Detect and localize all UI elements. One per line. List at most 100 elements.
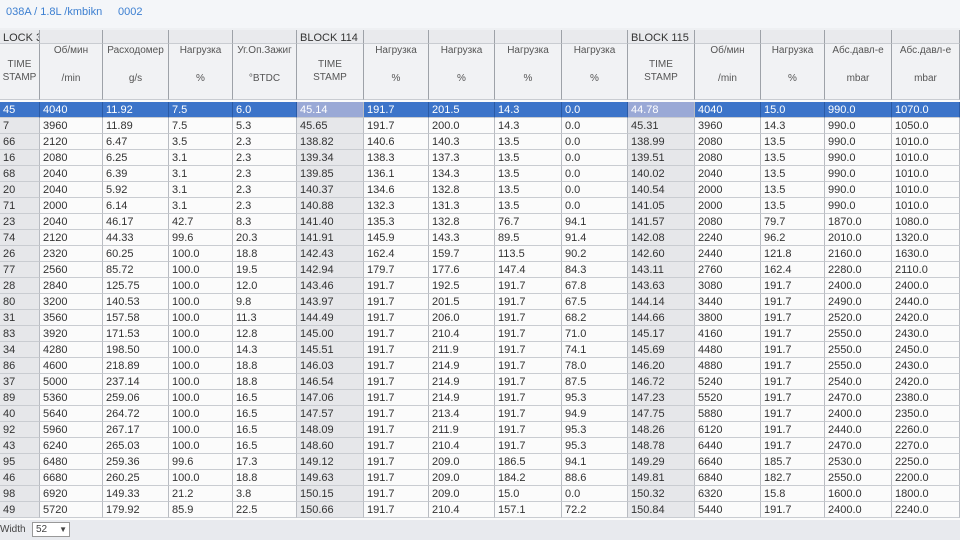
table-cell[interactable]: 13.5 bbox=[761, 182, 825, 198]
table-cell[interactable]: 139.85 bbox=[297, 166, 364, 182]
table-cell[interactable]: 141.91 bbox=[297, 230, 364, 246]
table-cell[interactable]: 6680 bbox=[40, 470, 103, 486]
table-cell[interactable]: 191.7 bbox=[364, 358, 429, 374]
table-cell[interactable]: 138.99 bbox=[628, 134, 695, 150]
table-cell[interactable]: 2110.0 bbox=[892, 262, 960, 278]
table-cell[interactable]: 46 bbox=[0, 470, 40, 486]
table-cell[interactable]: 237.14 bbox=[103, 374, 169, 390]
table-cell[interactable]: 141.40 bbox=[297, 214, 364, 230]
table-cell[interactable]: 5720 bbox=[40, 502, 103, 518]
table-cell[interactable]: 142.43 bbox=[297, 246, 364, 262]
table-cell[interactable]: 5240 bbox=[695, 374, 761, 390]
table-cell[interactable]: 3800 bbox=[695, 310, 761, 326]
table-cell[interactable]: 100.0 bbox=[169, 310, 233, 326]
table-cell[interactable]: 18.8 bbox=[233, 374, 297, 390]
table-cell[interactable]: 213.4 bbox=[429, 406, 495, 422]
table-cell[interactable]: 191.7 bbox=[761, 294, 825, 310]
table-cell[interactable]: 86 bbox=[0, 358, 40, 374]
table-cell[interactable]: 144.14 bbox=[628, 294, 695, 310]
table-cell[interactable]: 121.8 bbox=[761, 246, 825, 262]
table-cell[interactable]: 18.8 bbox=[233, 246, 297, 262]
table-cell[interactable]: 143.97 bbox=[297, 294, 364, 310]
table-cell[interactable]: 13.5 bbox=[495, 134, 562, 150]
column-header[interactable]: Абс.давл-е mbar bbox=[825, 44, 892, 100]
table-cell[interactable]: 95.3 bbox=[562, 390, 628, 406]
column-header[interactable]: Об/мин/min bbox=[695, 44, 761, 100]
table-cell[interactable]: 136.1 bbox=[364, 166, 429, 182]
table-cell[interactable]: 2000 bbox=[695, 198, 761, 214]
table-cell[interactable]: 88.6 bbox=[562, 470, 628, 486]
table-cell[interactable]: 31 bbox=[0, 310, 40, 326]
table-cell[interactable]: 1080.0 bbox=[892, 214, 960, 230]
table-cell[interactable]: 2040 bbox=[695, 166, 761, 182]
table-cell[interactable]: 68 bbox=[0, 166, 40, 182]
table-cell[interactable]: 7 bbox=[0, 118, 40, 134]
table-cell[interactable]: 77 bbox=[0, 262, 40, 278]
table-cell[interactable]: 191.7 bbox=[364, 438, 429, 454]
table-cell[interactable]: 198.50 bbox=[103, 342, 169, 358]
table-cell[interactable]: 2550.0 bbox=[825, 326, 892, 342]
table-cell[interactable]: 162.4 bbox=[761, 262, 825, 278]
table-cell[interactable]: 191.7 bbox=[495, 422, 562, 438]
table-cell[interactable]: 2440.0 bbox=[825, 422, 892, 438]
table-cell[interactable]: 94.9 bbox=[562, 406, 628, 422]
table-cell[interactable]: 191.7 bbox=[495, 438, 562, 454]
table-cell[interactable]: 264.72 bbox=[103, 406, 169, 422]
table-cell[interactable]: 15.8 bbox=[761, 486, 825, 502]
table-cell[interactable]: 140.88 bbox=[297, 198, 364, 214]
table-cell[interactable]: 67.5 bbox=[562, 294, 628, 310]
table-cell[interactable]: 18.8 bbox=[233, 358, 297, 374]
table-cell[interactable]: 20.3 bbox=[233, 230, 297, 246]
table-cell[interactable]: 17.3 bbox=[233, 454, 297, 470]
table-cell[interactable]: 3.5 bbox=[169, 134, 233, 150]
table-cell[interactable]: 98 bbox=[0, 486, 40, 502]
table-cell[interactable]: 80 bbox=[0, 294, 40, 310]
table-cell[interactable]: 1010.0 bbox=[892, 150, 960, 166]
table-cell[interactable]: 143.46 bbox=[297, 278, 364, 294]
table-cell[interactable]: 1630.0 bbox=[892, 246, 960, 262]
table-cell[interactable]: 2280.0 bbox=[825, 262, 892, 278]
table-cell[interactable]: 143.63 bbox=[628, 278, 695, 294]
table-cell[interactable]: 2.3 bbox=[233, 134, 297, 150]
table-cell[interactable]: 137.3 bbox=[429, 150, 495, 166]
table-cell[interactable]: 149.29 bbox=[628, 454, 695, 470]
table-cell[interactable]: 2520.0 bbox=[825, 310, 892, 326]
table-cell[interactable]: 191.7 bbox=[364, 118, 429, 134]
table-cell[interactable]: 3080 bbox=[695, 278, 761, 294]
table-cell[interactable]: 2000 bbox=[40, 198, 103, 214]
table-cell[interactable]: 142.60 bbox=[628, 246, 695, 262]
table-cell[interactable]: 139.34 bbox=[297, 150, 364, 166]
table-cell[interactable]: 148.09 bbox=[297, 422, 364, 438]
table-cell[interactable]: 191.7 bbox=[761, 406, 825, 422]
table-cell[interactable]: 132.8 bbox=[429, 214, 495, 230]
table-cell[interactable]: 159.7 bbox=[429, 246, 495, 262]
table-cell[interactable]: 145.69 bbox=[628, 342, 695, 358]
selected-row-cell[interactable]: 14.3 bbox=[495, 102, 562, 118]
table-cell[interactable]: 140.53 bbox=[103, 294, 169, 310]
table-cell[interactable]: 6840 bbox=[695, 470, 761, 486]
column-header[interactable]: Нагрузка% bbox=[364, 44, 429, 100]
table-cell[interactable]: 2550.0 bbox=[825, 342, 892, 358]
table-cell[interactable]: 40 bbox=[0, 406, 40, 422]
table-cell[interactable]: 191.7 bbox=[364, 470, 429, 486]
table-cell[interactable]: 71.0 bbox=[562, 326, 628, 342]
table-cell[interactable]: 210.4 bbox=[429, 438, 495, 454]
table-cell[interactable]: 6920 bbox=[40, 486, 103, 502]
table-cell[interactable]: 148.60 bbox=[297, 438, 364, 454]
table-cell[interactable]: 218.89 bbox=[103, 358, 169, 374]
table-cell[interactable]: 74 bbox=[0, 230, 40, 246]
table-cell[interactable]: 12.0 bbox=[233, 278, 297, 294]
table-cell[interactable]: 5520 bbox=[695, 390, 761, 406]
table-cell[interactable]: 3200 bbox=[40, 294, 103, 310]
table-cell[interactable]: 5640 bbox=[40, 406, 103, 422]
table-cell[interactable]: 210.4 bbox=[429, 326, 495, 342]
table-cell[interactable]: 200.0 bbox=[429, 118, 495, 134]
table-cell[interactable]: 140.6 bbox=[364, 134, 429, 150]
table-cell[interactable]: 185.7 bbox=[761, 454, 825, 470]
table-cell[interactable]: 6240 bbox=[40, 438, 103, 454]
table-cell[interactable]: 89.5 bbox=[495, 230, 562, 246]
table-cell[interactable]: 68.2 bbox=[562, 310, 628, 326]
table-cell[interactable]: 191.7 bbox=[364, 342, 429, 358]
table-cell[interactable]: 1600.0 bbox=[825, 486, 892, 502]
selected-row-cell[interactable]: 45.14 bbox=[297, 102, 364, 118]
